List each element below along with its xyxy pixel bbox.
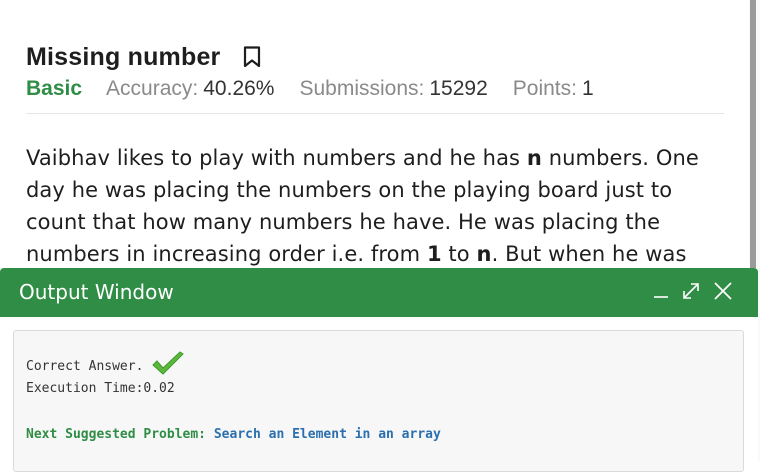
- desc-text: numbers. One: [541, 146, 699, 170]
- output-window: Output Window Correct Answer. Execution …: [0, 268, 758, 472]
- output-window-header: Output Window: [0, 268, 758, 317]
- title-row: Missing number: [26, 42, 261, 72]
- minimize-icon[interactable]: [651, 280, 673, 302]
- submissions-value: 15292: [429, 77, 488, 100]
- accuracy-label: Accuracy:: [106, 77, 199, 100]
- scrollbar-thumb[interactable]: [750, 0, 756, 270]
- desc-text: numbers in increasing order i.e. from: [26, 242, 427, 266]
- desc-bold: n: [526, 146, 542, 170]
- bookmark-icon[interactable]: [243, 46, 261, 68]
- difficulty-badge: Basic: [26, 77, 83, 100]
- desc-text: count that how many numbers he have. He …: [26, 210, 661, 234]
- desc-text: day he was placing the numbers on the pl…: [26, 178, 673, 202]
- desc-text: Vaibhav likes to play with numbers and h…: [26, 146, 527, 170]
- checkmark-icon: [151, 351, 185, 381]
- next-suggestion: Next Suggested Problem: Search an Elemen…: [26, 427, 441, 442]
- problem-description: Vaibhav likes to play with numbers and h…: [26, 142, 726, 270]
- desc-text: to: [441, 242, 477, 266]
- output-window-title: Output Window: [19, 280, 174, 304]
- result-text: Correct Answer.: [26, 358, 144, 374]
- problem-meta: Basic Accuracy: 40.26% Submissions: 1529…: [26, 75, 619, 103]
- points-label: Points:: [512, 77, 577, 100]
- desc-bold: n: [476, 242, 492, 266]
- problem-title: Missing number: [26, 42, 221, 71]
- close-icon[interactable]: [712, 280, 734, 302]
- result-line: Correct Answer.: [26, 351, 185, 381]
- submissions-label: Submissions:: [299, 77, 425, 100]
- points-value: 1: [581, 77, 594, 100]
- desc-bold: 1: [426, 242, 442, 266]
- next-problem-link[interactable]: Search an Element in an array: [214, 427, 441, 442]
- desc-text: . But when he was: [491, 242, 687, 266]
- accuracy-value: 40.26%: [203, 77, 275, 100]
- output-console: Correct Answer. Execution Time:0.02 Next…: [13, 330, 744, 472]
- divider: [26, 113, 724, 114]
- next-problem-label: Next Suggested Problem:: [26, 427, 207, 442]
- expand-icon[interactable]: [680, 280, 702, 302]
- execution-time: Execution Time:0.02: [26, 381, 175, 396]
